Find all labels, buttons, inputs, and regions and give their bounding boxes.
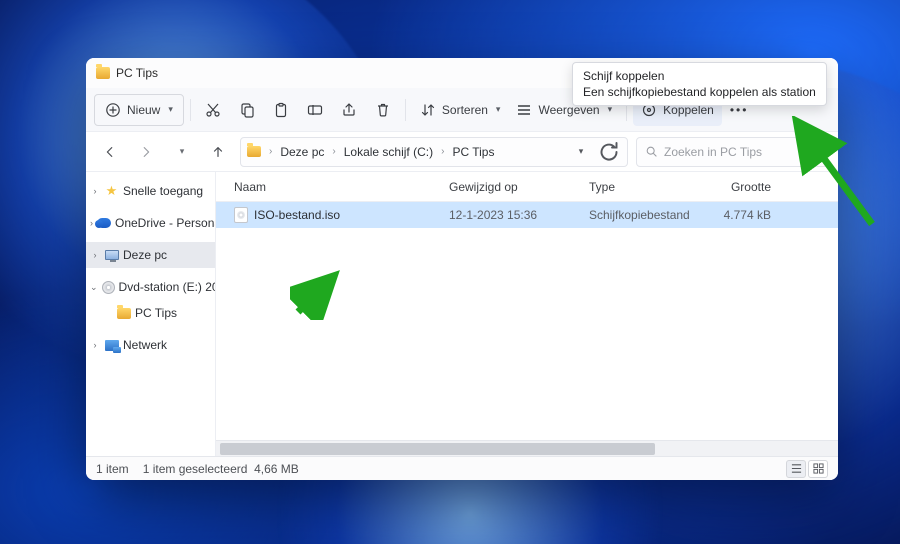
annotation-arrow [290, 270, 350, 320]
copy-button[interactable] [231, 94, 263, 126]
new-label: Nieuw [127, 103, 160, 117]
network-icon [105, 340, 119, 351]
sidebar-item-label: Dvd-station (E:) 2023 [119, 280, 216, 294]
chevron-right-icon: › [90, 250, 100, 260]
column-name[interactable]: Naam [216, 180, 441, 194]
file-row[interactable]: ISO-bestand.iso 12-1-2023 15:36 Schijfko… [216, 202, 838, 228]
cut-button[interactable] [197, 94, 229, 126]
sidebar-item-onedrive[interactable]: › OneDrive - Personal [86, 210, 215, 236]
sidebar-item-network[interactable]: › Netwerk [86, 332, 215, 358]
window-title: PC Tips [116, 66, 158, 80]
chevron-down-icon: ▾ [180, 146, 185, 157]
column-modified[interactable]: Gewijzigd op [441, 180, 581, 194]
copy-icon [239, 102, 255, 118]
rename-icon [307, 102, 323, 118]
delete-button[interactable] [367, 94, 399, 126]
sidebar-item-label: Snelle toegang [123, 184, 203, 198]
recent-button[interactable]: ▾ [168, 138, 196, 166]
search-icon [645, 145, 658, 158]
sidebar-item-label: OneDrive - Personal [115, 216, 216, 230]
back-button[interactable] [96, 138, 124, 166]
clipboard-icon [273, 102, 289, 118]
column-size[interactable]: Grootte [711, 180, 801, 194]
sidebar-item-quick-access[interactable]: › ★ Snelle toegang [86, 178, 215, 204]
details-view-button[interactable] [786, 460, 806, 478]
chevron-right-icon: › [90, 186, 100, 196]
file-name: ISO-bestand.iso [254, 208, 340, 222]
scissors-icon [205, 102, 221, 118]
chevron-down-icon: ⌄ [90, 282, 98, 293]
file-explorer-window: PC Tips Nieuw ▾ Sorteren ▾ Wee [86, 58, 838, 480]
navigation-pane: › ★ Snelle toegang › OneDrive - Personal… [86, 172, 216, 456]
large-icons-view-button[interactable] [808, 460, 828, 478]
tooltip-description: Een schijfkopiebestand koppelen als stat… [583, 85, 816, 99]
tooltip: Schijf koppelen Een schijfkopiebestand k… [572, 62, 827, 106]
address-dropdown[interactable]: ▾ [569, 146, 593, 157]
iso-file-icon [234, 207, 248, 223]
chevron-down-icon: ▾ [496, 104, 501, 115]
sidebar-item-dvd-child[interactable]: PC Tips [86, 300, 215, 326]
folder-icon [96, 67, 110, 79]
star-icon: ★ [106, 183, 118, 199]
arrow-left-icon [103, 145, 117, 159]
up-button[interactable] [204, 138, 232, 166]
paste-button[interactable] [265, 94, 297, 126]
tooltip-title: Schijf koppelen [583, 69, 816, 83]
sidebar-item-label: PC Tips [135, 306, 177, 320]
status-size: 4,66 MB [254, 462, 299, 476]
file-type: Schijfkopiebestand [581, 208, 711, 222]
sort-label: Sorteren [442, 103, 488, 117]
scrollbar-thumb[interactable] [220, 443, 655, 455]
chevron-right-icon: › [439, 146, 446, 157]
breadcrumb[interactable]: Lokale schijf (C:) [342, 145, 435, 159]
sort-button[interactable]: Sorteren ▾ [412, 94, 509, 126]
plus-circle-icon [105, 102, 121, 118]
arrow-right-icon [139, 145, 153, 159]
details-icon [791, 463, 802, 474]
status-bar: 1 item 1 item geselecteerd 4,66 MB [86, 456, 838, 480]
chevron-right-icon: › [267, 146, 274, 157]
list-icon [516, 102, 532, 118]
chevron-right-icon: › [90, 340, 100, 350]
sidebar-item-label: Netwerk [123, 338, 167, 352]
column-headers: Naam Gewijzigd op Type Grootte [216, 172, 838, 202]
arrow-up-icon [211, 145, 225, 159]
chevron-right-icon: › [90, 218, 93, 228]
disc-icon [102, 281, 115, 294]
grid-icon [813, 463, 824, 474]
share-icon [341, 102, 357, 118]
file-modified: 12-1-2023 15:36 [441, 208, 581, 222]
refresh-button[interactable] [597, 140, 621, 164]
sidebar-item-this-pc[interactable]: › Deze pc [86, 242, 215, 268]
sort-icon [420, 102, 436, 118]
monitor-icon [105, 250, 119, 260]
status-item-count: 1 item [96, 462, 129, 476]
rename-button[interactable] [299, 94, 331, 126]
cloud-icon [97, 218, 111, 228]
column-type[interactable]: Type [581, 180, 711, 194]
folder-icon [247, 146, 261, 157]
horizontal-scrollbar[interactable] [216, 440, 838, 456]
share-button[interactable] [333, 94, 365, 126]
file-size: 4.774 kB [711, 208, 801, 222]
forward-button[interactable] [132, 138, 160, 166]
sidebar-item-label: Deze pc [123, 248, 167, 262]
breadcrumb[interactable]: PC Tips [450, 145, 496, 159]
trash-icon [375, 102, 391, 118]
chevron-down-icon: ▾ [168, 104, 173, 115]
sidebar-item-dvd[interactable]: ⌄ Dvd-station (E:) 2023 [86, 274, 215, 300]
folder-icon [117, 308, 131, 319]
breadcrumb[interactable]: Deze pc [278, 145, 326, 159]
address-bar[interactable]: › Deze pc › Lokale schijf (C:) › PC Tips… [240, 137, 628, 167]
annotation-arrow [790, 116, 880, 231]
new-button[interactable]: Nieuw ▾ [94, 94, 184, 126]
chevron-down-icon: ▾ [579, 146, 584, 157]
refresh-icon [597, 140, 621, 164]
status-selected: 1 item geselecteerd [143, 462, 248, 476]
address-row: ▾ › Deze pc › Lokale schijf (C:) › PC Ti… [86, 132, 838, 172]
chevron-right-icon: › [330, 146, 337, 157]
